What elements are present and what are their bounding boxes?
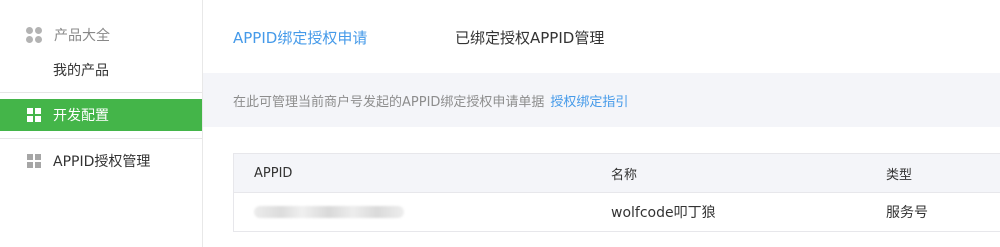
sidebar-item-dev-config[interactable]: 开发配置 xyxy=(0,99,202,131)
sidebar-group-header: 产品大全 xyxy=(26,26,110,44)
appid-cell xyxy=(254,193,404,231)
appid-table: APPID 名称 类型 wolfcode叩丁狼 服务号 xyxy=(233,153,1000,232)
apps-dots-icon xyxy=(26,27,42,43)
sidebar-group-title: 产品大全 xyxy=(54,28,110,44)
name-cell: wolfcode叩丁狼 xyxy=(611,205,716,221)
sidebar: 产品大全 我的产品 开发配置 APPID授权管理 xyxy=(0,0,203,247)
sidebar-item-my-products[interactable]: 我的产品 xyxy=(53,60,109,80)
type-cell: 服务号 xyxy=(886,205,928,221)
sidebar-item-appid-auth[interactable]: APPID授权管理 xyxy=(0,145,202,177)
tab-bound-appid-manage[interactable]: 已绑定授权APPID管理 xyxy=(455,27,604,48)
column-header-appid: APPID xyxy=(254,165,293,181)
tab-bar: APPID绑定授权申请 已绑定授权APPID管理 xyxy=(203,0,1000,72)
table-header: APPID 名称 类型 xyxy=(234,154,1000,193)
guide-link[interactable]: 授权绑定指引 xyxy=(550,91,628,110)
column-header-type: 类型 xyxy=(886,167,913,183)
notice-text: 在此可管理当前商户号发起的APPID绑定授权申请单据 xyxy=(233,94,545,110)
notice-bar: 在此可管理当前商户号发起的APPID绑定授权申请单据 授权绑定指引 xyxy=(203,73,1000,127)
grid-icon xyxy=(27,154,41,168)
column-header-name: 名称 xyxy=(611,167,638,183)
redacted-appid xyxy=(254,206,404,218)
table-row: wolfcode叩丁狼 服务号 xyxy=(234,193,1000,231)
sidebar-item-label: 开发配置 xyxy=(53,108,109,124)
sidebar-divider xyxy=(0,92,202,93)
grid-icon xyxy=(27,108,41,122)
sidebar-item-label: APPID授权管理 xyxy=(53,154,151,170)
sidebar-divider xyxy=(0,138,202,139)
tab-appid-bind-apply[interactable]: APPID绑定授权申请 xyxy=(233,27,367,48)
